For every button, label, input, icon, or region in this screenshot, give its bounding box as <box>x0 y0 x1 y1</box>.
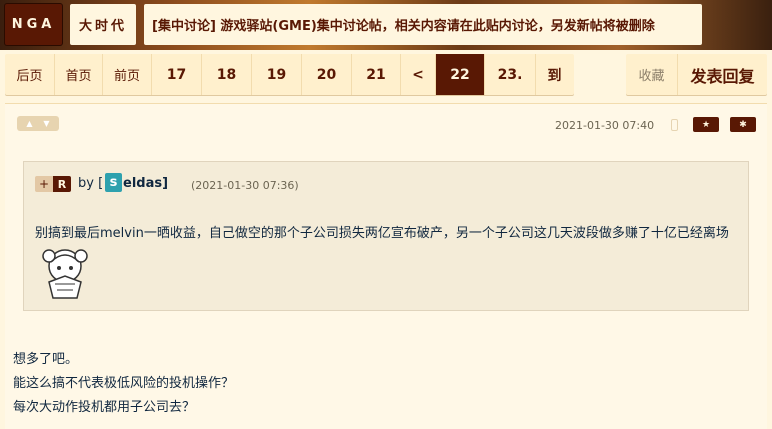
pagination: 后页 首页 前页 17 18 19 20 21 < 22 23. 到 <box>5 54 574 95</box>
post-timestamp: 2021-01-30 07:40 <box>555 119 655 132</box>
post: ▲ ▼ 2021-01-30 07:40 ★ ✱ + R by [ s elda… <box>5 103 767 429</box>
page-23[interactable]: 23. <box>485 54 536 95</box>
page-22-current[interactable]: 22 <box>436 54 485 95</box>
page-20[interactable]: 20 <box>302 54 352 95</box>
nga-logo[interactable]: NGA <box>5 4 62 45</box>
vote-buttons[interactable]: ▲ ▼ <box>17 116 59 131</box>
reply-button[interactable]: 发表回复 <box>678 54 767 95</box>
quote-block: + R by [ s eldas] (2021-01-30 07:36) 别搞到… <box>23 161 749 311</box>
page-21[interactable]: 21 <box>352 54 401 95</box>
thumb-down-icon[interactable]: ▼ <box>42 119 52 128</box>
pager-prev-button[interactable]: 前页 <box>103 54 152 95</box>
avatar[interactable]: s <box>105 173 122 192</box>
pager-home-button[interactable]: 首页 <box>55 54 103 95</box>
pager-back-button[interactable]: 后页 <box>5 54 55 95</box>
post-line: 想多了吧。 <box>13 352 79 367</box>
thread-title[interactable]: [集中讨论] 游戏驿站(GME)集中讨论帖，相关内容请在此贴内讨论，另发新帖将被… <box>144 4 702 45</box>
breadcrumb-forum[interactable]: 大时代 <box>70 4 136 45</box>
reply-badge[interactable]: R <box>53 176 71 192</box>
top-banner: NGA 大时代 [集中讨论] 游戏驿站(GME)集中讨论帖，相关内容请在此贴内讨… <box>0 0 772 50</box>
post-body: 想多了吧。 能这么搞不代表极低风险的投机操作？ 每次大动作投机都用子公司去？ <box>13 348 234 420</box>
quote-by-label: by [ <box>78 176 104 191</box>
page-18[interactable]: 18 <box>202 54 252 95</box>
quote-text: 别搞到最后melvin一晒收益，自己做空的那个子公司损失两亿宣布破产，另一个子公… <box>35 226 729 241</box>
pager-goto-button[interactable]: 到 <box>536 54 573 95</box>
gear-icon[interactable]: ✱ <box>730 117 756 132</box>
quote-username[interactable]: eldas] <box>123 176 168 191</box>
pager-back-arrow[interactable]: < <box>401 54 436 95</box>
quote-expand-button[interactable]: + <box>35 176 53 192</box>
thumb-up-icon[interactable]: ▲ <box>25 119 35 128</box>
star-icon[interactable]: ★ <box>693 117 719 132</box>
favorite-button[interactable]: 收藏 <box>626 54 678 95</box>
post-line: 能这么搞不代表极低风险的投机操作？ <box>13 376 235 391</box>
thread-actions: 收藏 发表回复 <box>626 54 767 95</box>
page-17[interactable]: 17 <box>152 54 202 95</box>
page-19[interactable]: 19 <box>252 54 302 95</box>
post-line: 每次大动作投机都用子公司去？ <box>13 400 196 415</box>
anime-girl-emoji-icon <box>42 249 88 299</box>
phone-icon <box>671 119 678 131</box>
quote-timestamp: (2021-01-30 07:36) <box>191 179 299 192</box>
